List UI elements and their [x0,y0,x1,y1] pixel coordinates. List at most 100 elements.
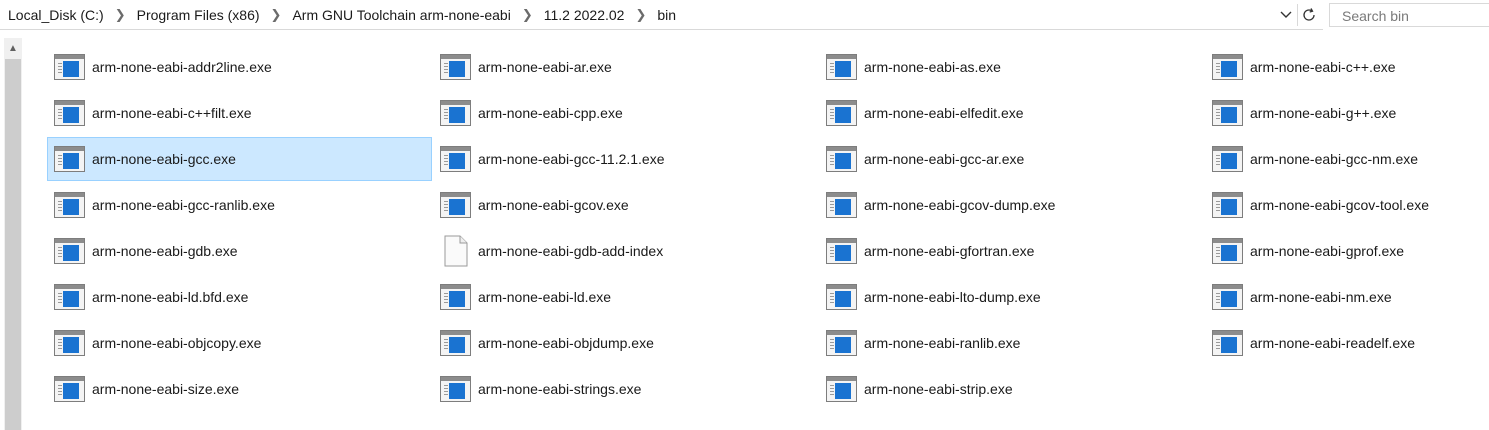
file-name: arm-none-eabi-objdump.exe [478,335,654,351]
file-name: arm-none-eabi-nm.exe [1250,289,1392,305]
breadcrumb-item-bin[interactable]: bin [655,7,678,23]
file-item[interactable]: arm-none-eabi-gdb-add-index [433,229,818,273]
file-item[interactable]: arm-none-eabi-c++filt.exe [47,91,432,135]
file-name: arm-none-eabi-c++filt.exe [92,105,252,121]
file-name: arm-none-eabi-gcc.exe [92,151,236,167]
file-name: arm-none-eabi-addr2line.exe [92,59,272,75]
file-item[interactable]: arm-none-eabi-strip.exe [819,367,1204,411]
file-name: arm-none-eabi-readelf.exe [1250,335,1415,351]
file-item[interactable]: arm-none-eabi-cpp.exe [433,91,818,135]
chevron-down-icon [1280,11,1292,18]
vertical-scrollbar[interactable]: ▲ [4,38,22,430]
file-item[interactable]: arm-none-eabi-c++.exe [1205,45,1489,89]
file-item[interactable]: arm-none-eabi-ld.bfd.exe [47,275,432,319]
search-input[interactable] [1340,5,1484,27]
file-item[interactable]: arm-none-eabi-gcc-ranlib.exe [47,183,432,227]
file-item[interactable]: arm-none-eabi-objdump.exe [433,321,818,365]
file-name: arm-none-eabi-gprof.exe [1250,243,1405,259]
file-item[interactable]: arm-none-eabi-gdb.exe [47,229,432,273]
file-item[interactable]: arm-none-eabi-objcopy.exe [47,321,432,365]
scrollbar-thumb[interactable] [5,59,21,430]
address-history-button[interactable] [1275,0,1297,30]
file-item[interactable]: arm-none-eabi-ld.exe [433,275,818,319]
executable-file-icon [439,328,473,358]
file-name: arm-none-eabi-objcopy.exe [92,335,262,351]
executable-file-icon [53,282,87,312]
executable-file-icon [53,190,87,220]
file-item[interactable]: arm-none-eabi-gfortran.exe [819,229,1204,273]
executable-file-icon [53,236,87,266]
executable-file-icon [53,328,87,358]
file-item[interactable]: arm-none-eabi-lto-dump.exe [819,275,1204,319]
file-item[interactable]: arm-none-eabi-gcc.exe [47,137,432,181]
file-name: arm-none-eabi-gdb.exe [92,243,238,259]
file-name: arm-none-eabi-strings.exe [478,381,642,397]
file-name: arm-none-eabi-elfedit.exe [864,105,1024,121]
executable-file-icon [53,374,87,404]
breadcrumb-item-version[interactable]: 11.2 2022.02 [542,7,627,23]
executable-file-icon [1211,98,1245,128]
refresh-icon [1303,8,1315,21]
breadcrumb-item-program-files[interactable]: Program Files (x86) [135,7,262,23]
file-item[interactable]: arm-none-eabi-addr2line.exe [47,45,432,89]
executable-file-icon [825,236,859,266]
chevron-right-icon[interactable]: ❯ [262,7,291,23]
file-name: arm-none-eabi-ranlib.exe [864,335,1021,351]
file-name: arm-none-eabi-lto-dump.exe [864,289,1041,305]
executable-file-icon [53,144,87,174]
search-box[interactable] [1329,3,1489,27]
executable-file-icon [53,52,87,82]
file-item[interactable]: arm-none-eabi-ar.exe [433,45,818,89]
executable-file-icon [1211,144,1245,174]
executable-file-icon [825,190,859,220]
breadcrumb-item-toolchain[interactable]: Arm GNU Toolchain arm-none-eabi [290,7,512,23]
refresh-button[interactable] [1297,4,1320,26]
file-name: arm-none-eabi-c++.exe [1250,59,1396,75]
address-bar[interactable]: Local_Disk (C:) ❯ Program Files (x86) ❯ … [0,0,1323,30]
file-name: arm-none-eabi-gcc-ranlib.exe [92,197,275,213]
file-item[interactable]: arm-none-eabi-gcc-ar.exe [819,137,1204,181]
file-item[interactable]: arm-none-eabi-gprof.exe [1205,229,1489,273]
file-name: arm-none-eabi-gcc-nm.exe [1250,151,1419,167]
chevron-right-icon[interactable]: ❯ [513,7,542,23]
file-item[interactable]: arm-none-eabi-readelf.exe [1205,321,1489,365]
file-name: arm-none-eabi-gcc-11.2.1.exe [478,151,665,167]
breadcrumb: Local_Disk (C:) ❯ Program Files (x86) ❯ … [6,0,678,30]
file-item[interactable]: arm-none-eabi-gcc-nm.exe [1205,137,1489,181]
file-item[interactable]: arm-none-eabi-gcc-11.2.1.exe [433,137,818,181]
file-item[interactable]: arm-none-eabi-size.exe [47,367,432,411]
file-name: arm-none-eabi-gcov-tool.exe [1250,197,1429,213]
file-item[interactable]: arm-none-eabi-gcov.exe [433,183,818,227]
chevron-right-icon[interactable]: ❯ [106,7,135,23]
file-item[interactable]: arm-none-eabi-nm.exe [1205,275,1489,319]
breadcrumb-item-drive[interactable]: Local_Disk (C:) [6,7,106,23]
file-item[interactable]: arm-none-eabi-as.exe [819,45,1204,89]
file-name: arm-none-eabi-gcov.exe [478,197,629,213]
file-name: arm-none-eabi-size.exe [92,381,240,397]
executable-file-icon [1211,328,1245,358]
scroll-up-arrow-icon[interactable]: ▲ [4,38,22,58]
file-item[interactable]: arm-none-eabi-gcov-dump.exe [819,183,1204,227]
file-name: arm-none-eabi-ar.exe [478,59,612,75]
chevron-right-icon[interactable]: ❯ [626,7,655,23]
file-item[interactable]: arm-none-eabi-strings.exe [433,367,818,411]
file-name: arm-none-eabi-gcov-dump.exe [864,197,1056,213]
file-name: arm-none-eabi-ld.exe [478,289,612,305]
file-name: arm-none-eabi-ld.bfd.exe [92,289,249,305]
executable-file-icon [825,374,859,404]
executable-file-icon [825,282,859,312]
blank-file-icon [439,235,473,267]
file-item[interactable]: arm-none-eabi-g++.exe [1205,91,1489,135]
executable-file-icon [1211,190,1245,220]
executable-file-icon [53,98,87,128]
file-item[interactable]: arm-none-eabi-ranlib.exe [819,321,1204,365]
executable-file-icon [439,52,473,82]
file-name: arm-none-eabi-g++.exe [1250,105,1397,121]
file-name: arm-none-eabi-strip.exe [864,381,1013,397]
file-item[interactable]: arm-none-eabi-elfedit.exe [819,91,1204,135]
executable-file-icon [1211,52,1245,82]
file-name: arm-none-eabi-as.exe [864,59,1001,75]
executable-file-icon [1211,236,1245,266]
file-name: arm-none-eabi-gdb-add-index [478,243,664,259]
file-item[interactable]: arm-none-eabi-gcov-tool.exe [1205,183,1489,227]
